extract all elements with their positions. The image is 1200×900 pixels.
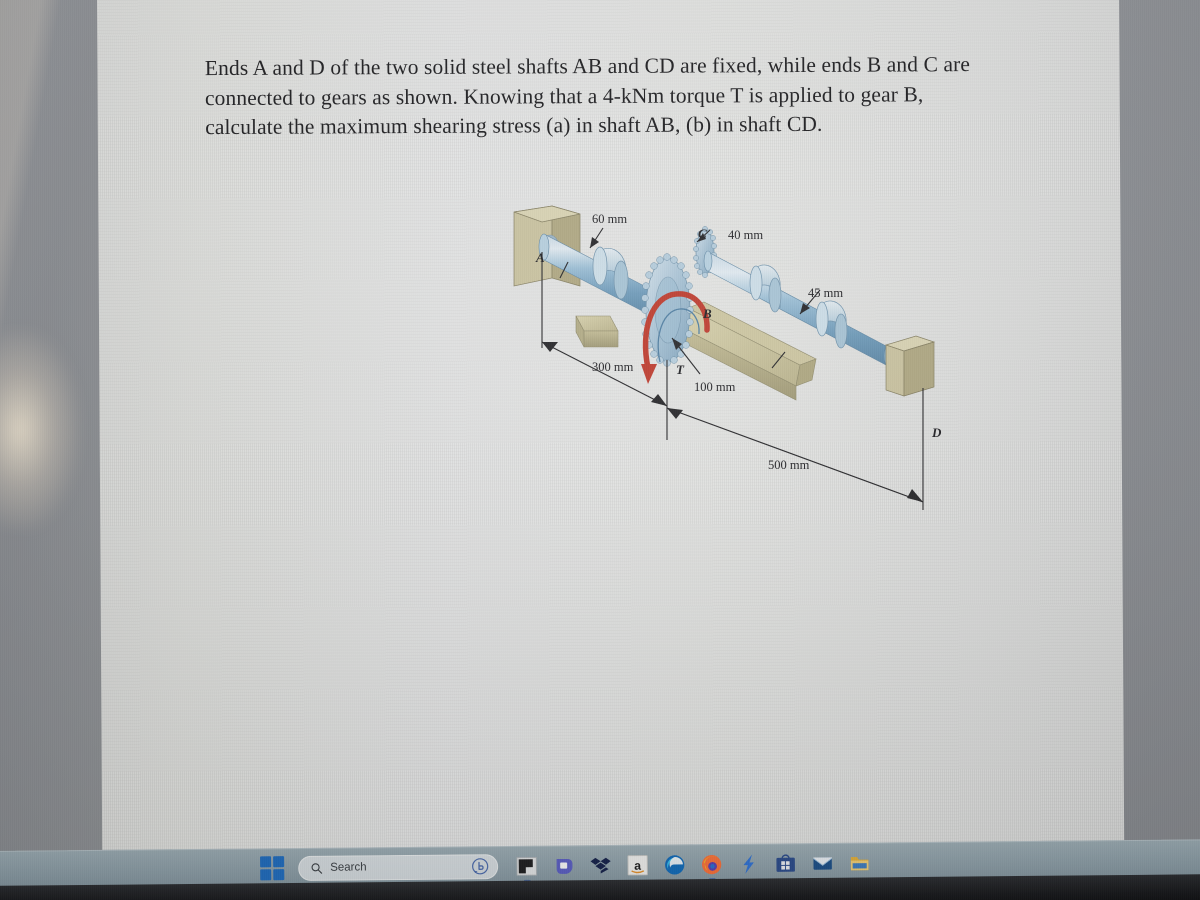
torque-label-t: T <box>676 362 684 377</box>
screen-glare <box>0 330 80 530</box>
shaft-gear-diagram: 60 mm 40 mm 45 mm 300 mm 100 mm 500 mm A… <box>500 190 980 510</box>
start-icon-quadrant <box>260 869 272 881</box>
firefox-icon <box>702 854 722 874</box>
point-label-c: C <box>698 226 707 241</box>
search-box[interactable]: Search <box>298 853 499 881</box>
dim-label-40mm: 40 mm <box>728 228 764 242</box>
point-label-b: B <box>703 306 712 321</box>
copilot-icon[interactable] <box>471 857 489 875</box>
file-explorer-icon <box>516 856 537 876</box>
dropbox-icon <box>590 857 611 874</box>
screenshot-root: Ends A and D of the two solid steel shaf… <box>0 0 1200 900</box>
taskbar-app-dropbox[interactable] <box>590 855 611 876</box>
search-icon <box>311 862 323 874</box>
taskbar-app-bolt[interactable] <box>738 853 759 874</box>
point-label-a: A <box>536 250 545 265</box>
edge-icon <box>665 854 685 875</box>
problem-statement-text: Ends A and D of the two solid steel shaf… <box>204 52 971 140</box>
start-icon-quadrant <box>260 856 272 868</box>
svg-text:a: a <box>634 858 641 872</box>
start-icon-quadrant <box>273 869 285 881</box>
folder-icon <box>850 856 869 870</box>
start-button[interactable] <box>260 856 285 881</box>
fixed-support-d <box>884 335 936 397</box>
taskbar-app-file-explorer[interactable] <box>516 855 537 883</box>
teams-icon <box>556 858 573 874</box>
dim-label-500mm: 500 mm <box>768 458 810 472</box>
microsoft-store-icon <box>776 853 795 872</box>
taskbar-app-microsoft-store[interactable] <box>775 853 796 874</box>
dim-label-60mm: 60 mm <box>592 212 628 226</box>
taskbar-app-folder[interactable] <box>849 852 870 873</box>
start-icon-quadrant <box>273 856 285 868</box>
taskbar-app-edge[interactable] <box>664 854 685 875</box>
ab-pedestal <box>575 315 619 348</box>
dim-label-100mm: 100 mm <box>694 380 736 394</box>
point-label-d: D <box>932 425 942 440</box>
taskbar-app-mail[interactable] <box>812 852 833 873</box>
dim-label-45mm: 45 mm <box>808 286 844 300</box>
problem-statement: Ends A and D of the two solid steel shaf… <box>205 50 1005 143</box>
amazon-icon: a <box>627 854 648 875</box>
taskbar-app-firefox[interactable] <box>701 853 722 881</box>
dim-label-300mm: 300 mm <box>592 360 634 374</box>
taskbar-app-teams[interactable] <box>553 855 574 876</box>
search-input-placeholder[interactable]: Search <box>330 860 471 873</box>
taskbar-app-amazon[interactable]: a <box>627 854 648 875</box>
mail-icon <box>813 856 833 870</box>
bolt-icon <box>743 854 754 874</box>
taskbar-app-list: a <box>516 852 870 883</box>
